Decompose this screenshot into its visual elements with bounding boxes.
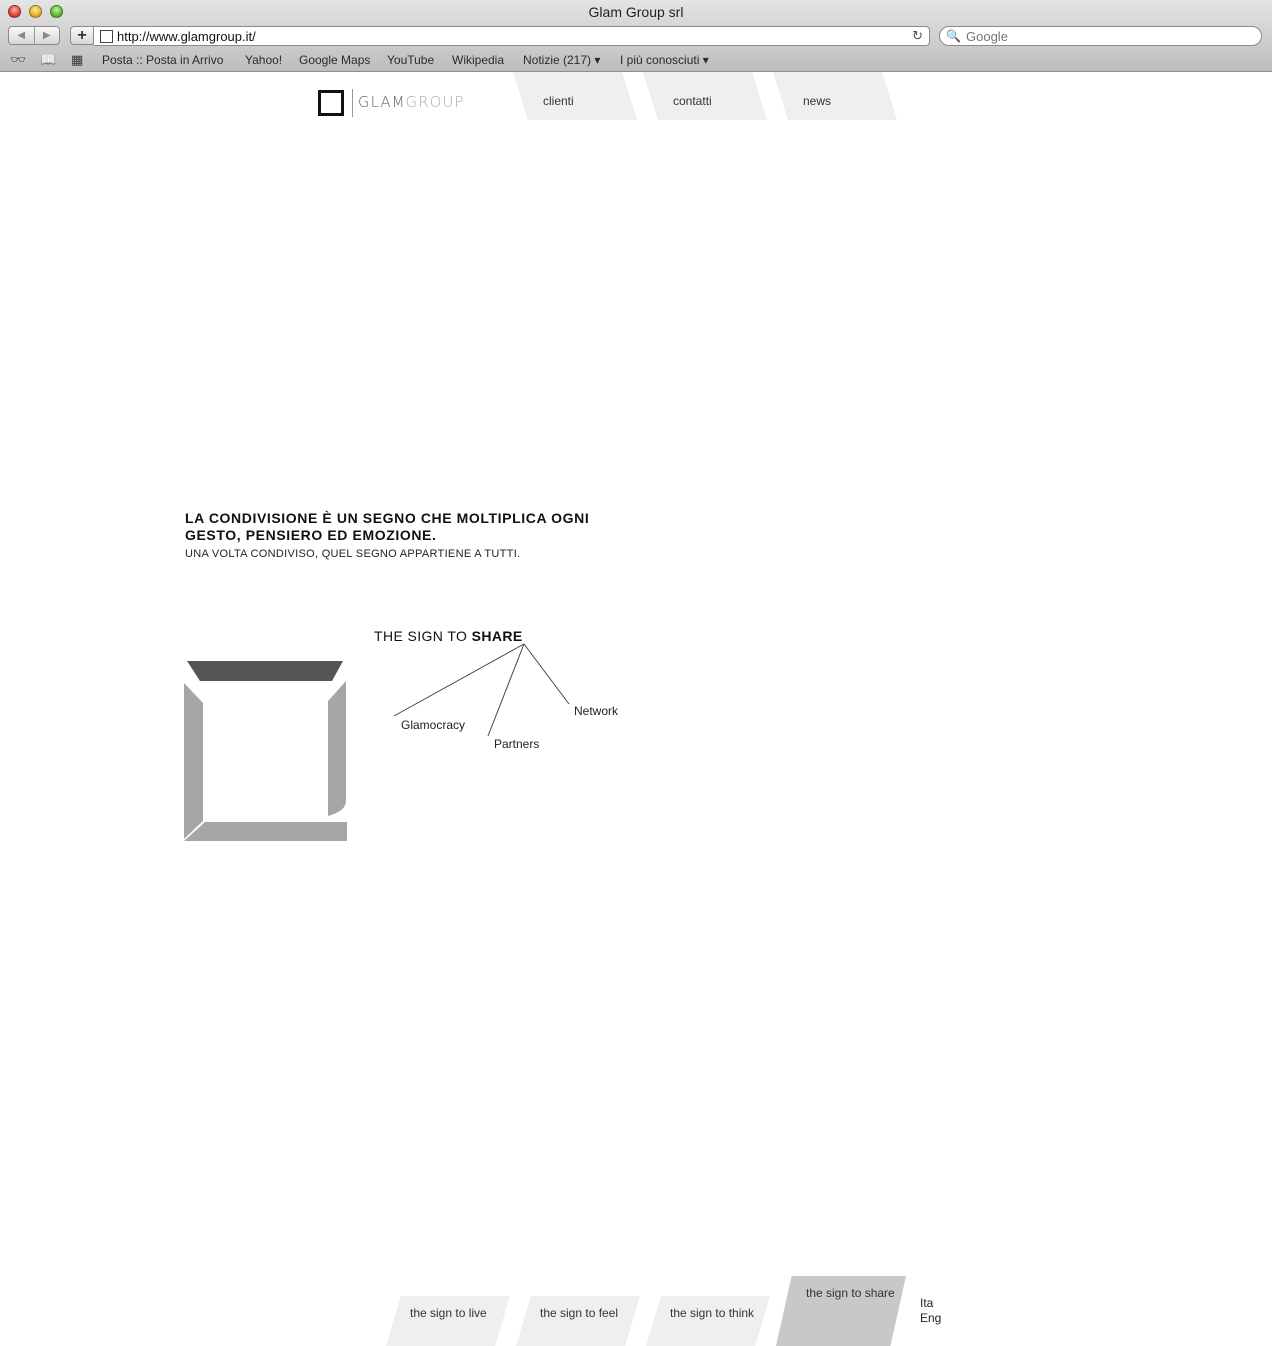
- bookmark-yahoo[interactable]: Yahoo!: [245, 53, 282, 67]
- bottom-tab-live[interactable]: [386, 1296, 510, 1346]
- search-icon: 🔍: [946, 29, 961, 43]
- bottom-label-think[interactable]: the sign to think: [670, 1306, 754, 1320]
- bottom-tab-feel[interactable]: [516, 1296, 640, 1346]
- share-sign-mark: [184, 661, 347, 841]
- bookmark-google-maps[interactable]: Google Maps: [299, 53, 370, 67]
- bottom-label-live[interactable]: the sign to live: [410, 1306, 487, 1320]
- nav-label-contatti[interactable]: contatti: [673, 94, 712, 108]
- address-bar[interactable]: http://www.glamgroup.it/ ↻: [94, 26, 930, 46]
- history-buttons: ◀ ▶: [8, 26, 60, 45]
- reading-glasses-icon[interactable]: 👓: [10, 52, 26, 68]
- bookmark-notizie[interactable]: Notizie (217) ▾: [523, 53, 600, 67]
- search-input[interactable]: [966, 29, 1246, 44]
- bookmark-wikipedia[interactable]: Wikipedia: [452, 53, 504, 67]
- nav-label-clienti[interactable]: clienti: [543, 94, 574, 108]
- bookmark-posta[interactable]: Posta :: Posta in Arrivo: [102, 53, 223, 67]
- nav-tab-clienti[interactable]: [513, 72, 637, 120]
- language-eng[interactable]: Eng: [920, 1311, 941, 1325]
- back-button[interactable]: ◀: [9, 27, 35, 44]
- add-bookmark-button[interactable]: +: [70, 26, 94, 45]
- tree-link-glamocracy[interactable]: Glamocracy: [401, 718, 465, 732]
- glamgroup-logo[interactable]: GLAMGROUP: [318, 89, 463, 117]
- logo-square-icon: [318, 90, 344, 116]
- tree-link-partners[interactable]: Partners: [494, 737, 539, 751]
- language-ita[interactable]: Ita: [920, 1296, 933, 1310]
- search-box[interactable]: 🔍: [939, 26, 1262, 46]
- tree-link-network[interactable]: Network: [574, 704, 618, 718]
- window-title: Glam Group srl: [588, 4, 684, 20]
- bookmark-youtube[interactable]: YouTube: [387, 53, 434, 67]
- bookmarks-book-icon[interactable]: 📖: [40, 52, 56, 68]
- reload-icon[interactable]: ↻: [912, 28, 923, 44]
- headline: LA CONDIVISIONE È UN SEGNO CHE MOLTIPLIC…: [185, 510, 590, 543]
- nav-tab-news[interactable]: [773, 72, 897, 120]
- nav-label-news[interactable]: news: [803, 94, 831, 108]
- address-url[interactable]: http://www.glamgroup.it/: [117, 29, 256, 44]
- logo-text: GLAMGROUP: [358, 93, 465, 111]
- top-sites-grid-icon[interactable]: ▦: [71, 52, 83, 68]
- bottom-label-share[interactable]: the sign to share: [806, 1286, 895, 1300]
- bookmarks-bar: 👓 📖 ▦ Posta :: Posta in Arrivo Yahoo! Go…: [0, 50, 1272, 70]
- forward-button[interactable]: ▶: [35, 27, 60, 44]
- subheadline: UNA VOLTA CONDIVISO, QUEL SEGNO APPARTIE…: [185, 548, 521, 560]
- favicon-icon: [100, 30, 113, 43]
- bottom-label-feel[interactable]: the sign to feel: [540, 1306, 618, 1320]
- browser-toolbar: Glam Group srl ◀ ▶ + http://www.glamgrou…: [0, 0, 1272, 72]
- bottom-tab-think[interactable]: [646, 1296, 770, 1346]
- bookmark-piu-conosciuti[interactable]: I più conosciuti ▾: [620, 53, 709, 67]
